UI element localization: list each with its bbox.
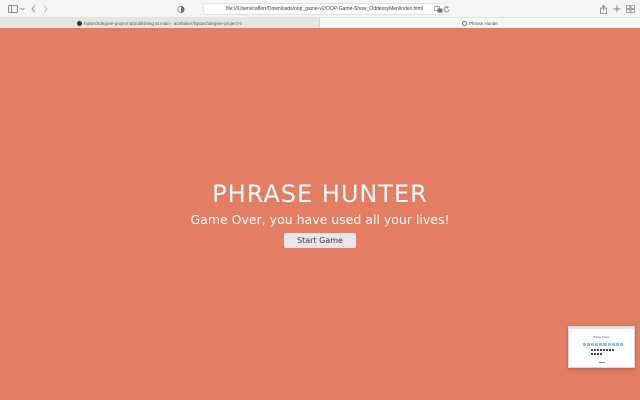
- tab-github[interactable]: fsjstechdegree-project-5/publishing at m…: [0, 18, 320, 28]
- thumbnail-lives: [599, 362, 605, 363]
- forward-icon[interactable]: [41, 3, 49, 15]
- tab-bar: fsjstechdegree-project-5/publishing at m…: [0, 18, 640, 28]
- address-bar[interactable]: file:///Users/cafferr/Downloads/oop_game…: [203, 3, 446, 15]
- tab-phrase-hunter[interactable]: Phrase Hunter: [320, 18, 640, 28]
- globe-icon: [461, 20, 467, 26]
- tab-overview-icon[interactable]: [625, 3, 635, 15]
- game-overlay: PHRASE HUNTER Game Over, you have used a…: [0, 28, 640, 400]
- thumbnail-toolbar: [569, 327, 634, 329]
- github-icon: [77, 20, 83, 26]
- sidebar-toggle-icon[interactable]: [7, 3, 19, 15]
- thumbnail-title: Phrase Hunter: [593, 336, 610, 339]
- url-text: file:///Users/cafferr/Downloads/oop_game…: [226, 6, 423, 12]
- thumbnail-keyboard: [591, 349, 615, 356]
- page-title: PHRASE HUNTER: [212, 180, 428, 208]
- screenshot-thumbnail[interactable]: Phrase Hunter: [568, 326, 635, 368]
- thumbnail-phrase-row: [583, 343, 623, 346]
- back-icon[interactable]: [29, 3, 37, 15]
- new-tab-icon[interactable]: [612, 3, 622, 15]
- start-game-button[interactable]: Start Game: [284, 233, 356, 248]
- chevron-down-icon[interactable]: [19, 3, 25, 15]
- reload-icon[interactable]: [442, 3, 450, 15]
- game-over-message: Game Over, you have used all your lives!: [190, 212, 450, 227]
- share-icon[interactable]: [598, 3, 608, 15]
- privacy-shield-icon[interactable]: [176, 3, 186, 15]
- tab-label: fsjstechdegree-project-5/publishing at m…: [84, 20, 242, 26]
- browser-toolbar: file:///Users/cafferr/Downloads/oop_game…: [0, 0, 640, 18]
- tab-label: Phrase Hunter: [468, 20, 498, 26]
